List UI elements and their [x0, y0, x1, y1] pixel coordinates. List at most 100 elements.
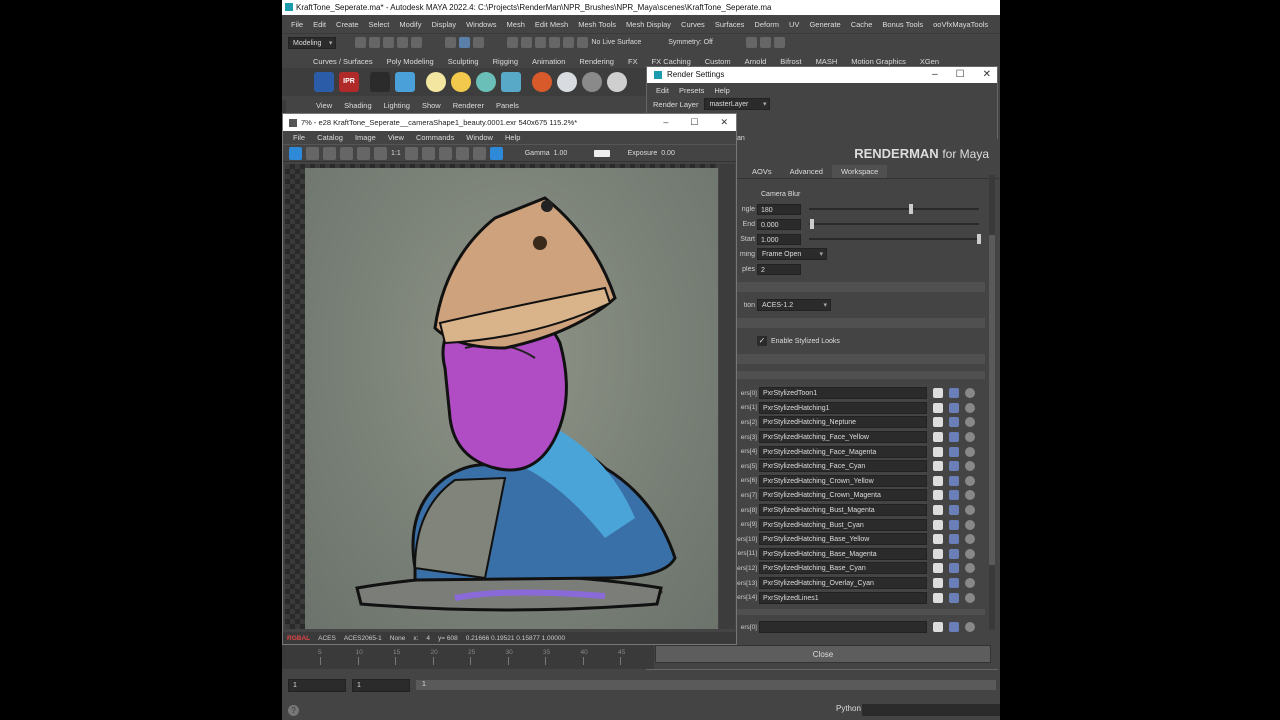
- zoom-icon[interactable]: [306, 146, 319, 160]
- crosshair-icon[interactable]: [455, 146, 469, 160]
- pan-tool-icon[interactable]: [289, 146, 302, 160]
- menu-edit-mesh[interactable]: Edit Mesh: [530, 20, 573, 29]
- filter-connect-icon[interactable]: [933, 563, 943, 574]
- display-filter-field[interactable]: PxrStylizedLines1: [759, 591, 927, 604]
- filter-edit-icon[interactable]: [949, 388, 959, 399]
- motion-samples-field[interactable]: 2: [757, 263, 801, 275]
- paint-select-icon[interactable]: [473, 37, 485, 48]
- snapshot-icon[interactable]: [404, 146, 418, 160]
- filter-gear-icon[interactable]: [965, 592, 975, 603]
- filter-gear-icon[interactable]: [965, 402, 975, 413]
- snap-point-icon[interactable]: [535, 37, 547, 48]
- section-header[interactable]: [737, 609, 985, 615]
- shelf-tab-animation[interactable]: Animation: [525, 56, 572, 68]
- stylized-looks-checkbox[interactable]: ✓: [757, 336, 767, 346]
- iv-menu-catalog[interactable]: Catalog: [311, 133, 349, 142]
- light-sphere-icon[interactable]: [426, 72, 446, 92]
- menu-mesh-tools[interactable]: Mesh Tools: [573, 20, 621, 29]
- filter-connect-icon[interactable]: [933, 388, 943, 399]
- undo-icon[interactable]: [397, 37, 409, 48]
- slider-knob[interactable]: [977, 234, 981, 244]
- command-input[interactable]: [862, 704, 1000, 716]
- panel-menu-view[interactable]: View: [310, 101, 338, 110]
- filter-gear-icon[interactable]: [965, 622, 975, 633]
- menu-oovfx[interactable]: ooVfxMayaTools: [928, 20, 993, 29]
- filter-connect-icon[interactable]: [933, 461, 943, 472]
- filter-connect-icon[interactable]: [933, 446, 943, 457]
- panel-menu-renderer[interactable]: Renderer: [447, 101, 490, 110]
- shutter-timing-dropdown[interactable]: Frame Open: [757, 248, 827, 260]
- filter-gear-icon[interactable]: [965, 505, 975, 516]
- display-filter-field[interactable]: PxrStylizedToon1: [759, 387, 927, 400]
- filter-edit-icon[interactable]: [949, 446, 959, 457]
- playback-start-field[interactable]: 1: [352, 678, 410, 692]
- filter-connect-icon[interactable]: [933, 432, 943, 443]
- gear-shader-icon[interactable]: [582, 72, 602, 92]
- iv-menu-view[interactable]: View: [382, 133, 410, 142]
- filter-gear-icon[interactable]: [965, 563, 975, 574]
- filter-connect-icon[interactable]: [933, 622, 943, 633]
- display-filter-field[interactable]: PxrStylizedHatching_Crown_Magenta: [759, 489, 927, 502]
- info-icon[interactable]: [374, 146, 387, 160]
- menu-generate[interactable]: Generate: [804, 20, 845, 29]
- filter-edit-icon[interactable]: [949, 622, 959, 633]
- filter-edit-icon[interactable]: [949, 592, 959, 603]
- shutter-end-slider[interactable]: [809, 219, 979, 229]
- snap-surface-icon[interactable]: [563, 37, 575, 48]
- sample-filter-field[interactable]: [759, 621, 927, 634]
- iv-menu-commands[interactable]: Commands: [410, 133, 460, 142]
- filter-connect-icon[interactable]: [933, 534, 943, 545]
- filter-connect-icon[interactable]: [933, 592, 943, 603]
- snap-curve-icon[interactable]: [521, 37, 533, 48]
- select-tool-icon[interactable]: [445, 37, 457, 48]
- shelf-tab-fx[interactable]: FX: [621, 56, 645, 68]
- flip-icon[interactable]: [438, 146, 452, 160]
- sphere-material-icon[interactable]: [607, 72, 627, 92]
- snap-grid-icon[interactable]: [507, 37, 519, 48]
- filter-gear-icon[interactable]: [965, 417, 975, 428]
- dome-light-icon[interactable]: [476, 72, 496, 92]
- magnet-icon[interactable]: [577, 37, 589, 48]
- display-filter-field[interactable]: PxrStylizedHatching_Neptune: [759, 416, 927, 429]
- refresh-render-icon[interactable]: [489, 146, 503, 160]
- menu-surfaces[interactable]: Surfaces: [710, 20, 750, 29]
- menu-curves[interactable]: Curves: [676, 20, 710, 29]
- display-filter-field[interactable]: PxrStylizedHatching_Base_Cyan: [759, 562, 927, 575]
- lut-dropdown[interactable]: None: [390, 635, 406, 642]
- render-ipr-icon[interactable]: [759, 37, 771, 48]
- filter-gear-icon[interactable]: [965, 432, 975, 443]
- menu-create[interactable]: Create: [331, 20, 364, 29]
- filter-gear-icon[interactable]: [965, 475, 975, 486]
- shelf-tab-rendering[interactable]: Rendering: [572, 56, 621, 68]
- display-filter-field[interactable]: PxrStylizedHatching_Face_Magenta: [759, 445, 927, 458]
- panel-menu-panels[interactable]: Panels: [490, 101, 525, 110]
- material-star-icon[interactable]: [532, 72, 552, 92]
- menu-cache[interactable]: Cache: [846, 20, 878, 29]
- close-icon[interactable]: ✕: [983, 67, 991, 83]
- scrollbar-thumb[interactable]: [989, 235, 995, 565]
- filter-gear-icon[interactable]: [965, 461, 975, 472]
- minimize-icon[interactable]: –: [663, 114, 668, 131]
- filter-edit-icon[interactable]: [949, 563, 959, 574]
- section-header[interactable]: [737, 371, 985, 379]
- filter-gear-icon[interactable]: [965, 490, 975, 501]
- render-view-icon[interactable]: [395, 72, 415, 92]
- range-start-field[interactable]: 1: [288, 678, 346, 692]
- shutter-start-slider[interactable]: [809, 234, 981, 244]
- open-scene-icon[interactable]: [369, 37, 381, 48]
- filter-connect-icon[interactable]: [933, 475, 943, 486]
- section-header[interactable]: [737, 318, 985, 328]
- display-filter-field[interactable]: PxrStylizedHatching_Face_Yellow: [759, 431, 927, 444]
- rs-menu-presets[interactable]: Presets: [674, 86, 709, 95]
- maximize-icon[interactable]: ☐: [956, 67, 965, 83]
- panel-menu-show[interactable]: Show: [416, 101, 447, 110]
- lasso-tool-icon[interactable]: [459, 37, 471, 48]
- camera-render-icon[interactable]: [370, 72, 390, 92]
- render-settings-scrollbar[interactable]: [989, 175, 995, 630]
- filter-connect-icon[interactable]: [933, 548, 943, 559]
- tab-advanced[interactable]: Advanced: [781, 165, 832, 178]
- display-filter-field[interactable]: PxrStylizedHatching_Overlay_Cyan: [759, 577, 927, 590]
- shutter-end-field[interactable]: 0.000: [757, 218, 801, 230]
- filter-gear-icon[interactable]: [965, 578, 975, 589]
- display-filter-field[interactable]: PxrStylizedHatching_Crown_Yellow: [759, 474, 927, 487]
